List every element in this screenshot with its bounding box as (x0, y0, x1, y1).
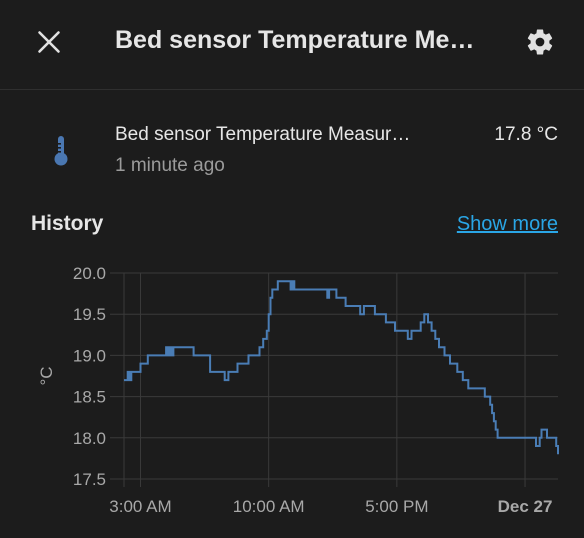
last-changed-label: 1 minute ago (115, 155, 225, 176)
x-tick-label: 5:00 PM (365, 497, 428, 516)
history-title: History (31, 212, 104, 235)
x-tick-label: 3:00 AM (109, 497, 171, 516)
series-line (124, 280, 559, 455)
x-tick-label: 10:00 AM (233, 497, 305, 516)
show-more-link[interactable]: Show more (457, 213, 558, 236)
y-tick-label: 20.0 (73, 264, 106, 283)
dialog-header: Bed sensor Temperature Me… (0, 0, 584, 90)
y-tick-label: 17.5 (73, 470, 106, 489)
close-icon (38, 31, 60, 53)
y-tick-label: 19.5 (73, 305, 106, 324)
close-button[interactable] (25, 18, 73, 66)
x-tick-label: Dec 27 (498, 497, 553, 516)
thermometer-icon (54, 136, 68, 166)
y-tick-label: 19.0 (73, 346, 106, 365)
entity-row: Bed sensor Temperature Measur… 1 minute … (0, 112, 584, 184)
y-tick-label: 18.0 (73, 429, 106, 448)
entity-state: 17.8 °C (494, 124, 558, 145)
y-axis-label: °C (37, 366, 56, 385)
settings-button[interactable] (516, 18, 564, 66)
dialog-title: Bed sensor Temperature Me… (115, 26, 475, 54)
y-tick-label: 18.5 (73, 388, 106, 407)
history-chart[interactable]: 20.0 19.5 19.0 18.5 18.0 17.53:00 AM 10:00 AM 5… (0, 255, 584, 525)
entity-name[interactable]: Bed sensor Temperature Measur… (115, 124, 460, 146)
gear-icon (527, 29, 553, 55)
